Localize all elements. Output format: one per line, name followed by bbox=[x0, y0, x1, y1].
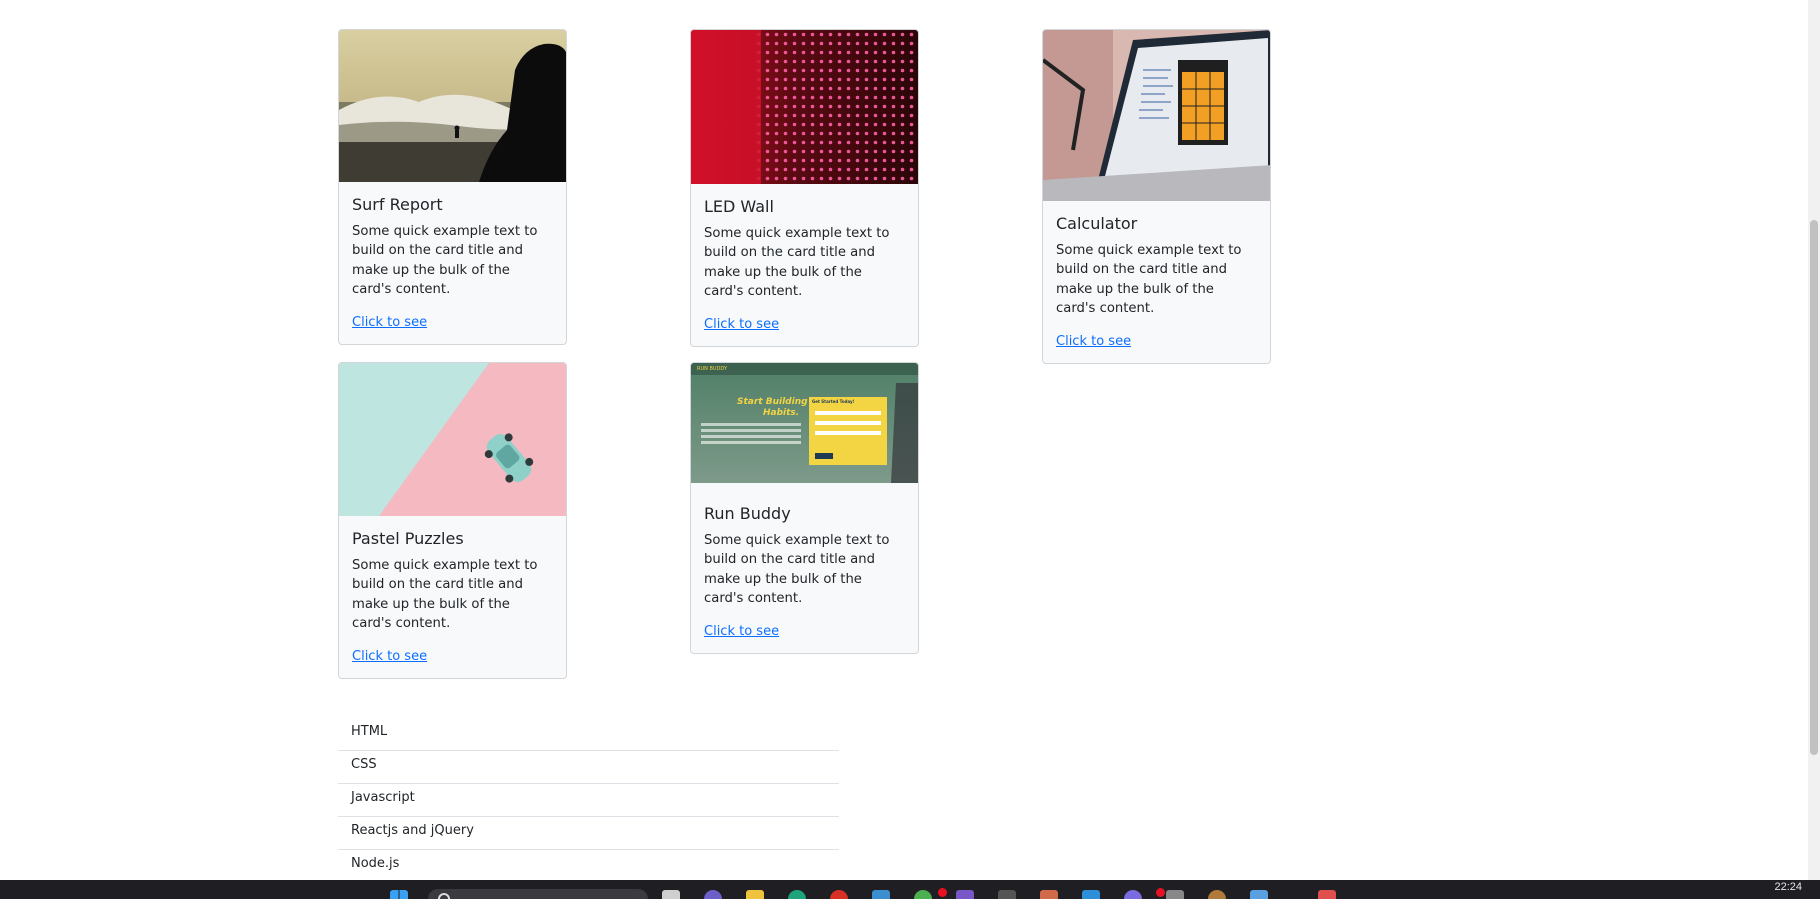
list-item: Node.js bbox=[351, 856, 400, 871]
card-title: Run Buddy bbox=[704, 504, 791, 523]
chrome-icon[interactable] bbox=[830, 890, 848, 899]
portfolio-page: Surf Report Some quick example text to b… bbox=[0, 0, 1808, 880]
run-buddy-form-title: Get Started Today! bbox=[812, 399, 855, 404]
run-buddy-headline-2: Habits. bbox=[763, 408, 800, 418]
card-text: Some quick example text to build on the … bbox=[352, 558, 538, 631]
project-card-pastel-puzzles: Pastel Puzzles Some quick example text t… bbox=[338, 362, 567, 680]
card-title: Surf Report bbox=[352, 195, 443, 214]
tool-icon[interactable] bbox=[1040, 890, 1058, 899]
card-text: Some quick example text to build on the … bbox=[704, 226, 890, 299]
edge-icon[interactable] bbox=[788, 890, 806, 899]
run-buddy-headline-1: Start Building bbox=[737, 397, 808, 407]
card-text: Some quick example text to build on the … bbox=[704, 533, 890, 606]
clock[interactable]: 22:24 bbox=[1774, 881, 1802, 893]
card-text: Some quick example text to build on the … bbox=[352, 224, 538, 297]
card-text: Some quick example text to build on the … bbox=[1056, 243, 1242, 316]
skills-list: HTML CSS Javascript Reactjs and jQuery N… bbox=[338, 718, 839, 880]
run-buddy-image: RUN BUDDY Start Building Habits. Get Sta… bbox=[691, 363, 918, 491]
list-item: CSS bbox=[338, 751, 839, 784]
windows-start-icon[interactable] bbox=[390, 890, 408, 899]
search-icon bbox=[438, 893, 450, 899]
click-to-see-link[interactable]: Click to see bbox=[704, 624, 779, 639]
surf-report-image bbox=[339, 30, 566, 182]
click-to-see-link[interactable]: Click to see bbox=[704, 317, 779, 332]
browser-icon[interactable] bbox=[704, 890, 722, 899]
chat-icon[interactable] bbox=[1124, 890, 1142, 899]
project-card-calculator: Calculator Some quick example text to bu… bbox=[1042, 29, 1271, 365]
project-card-run-buddy: RUN BUDDY Start Building Habits. Get Sta… bbox=[690, 362, 919, 655]
file-explorer-icon[interactable] bbox=[662, 890, 680, 899]
pastel-puzzles-image bbox=[339, 363, 566, 516]
calculator-image bbox=[1043, 30, 1270, 201]
search-bar[interactable] bbox=[428, 889, 648, 899]
list-item: Javascript bbox=[338, 784, 839, 817]
run-buddy-brand: RUN BUDDY bbox=[697, 366, 728, 372]
visual-studio-icon[interactable] bbox=[956, 890, 974, 899]
click-to-see-link[interactable]: Click to see bbox=[352, 649, 427, 664]
list-item: HTML bbox=[338, 718, 839, 751]
list-item: Reactjs and jQuery bbox=[338, 817, 839, 850]
click-to-see-link[interactable]: Click to see bbox=[1056, 334, 1131, 349]
calendar-icon[interactable] bbox=[1250, 890, 1268, 899]
folder-icon[interactable] bbox=[746, 890, 764, 899]
media-icon[interactable] bbox=[1208, 890, 1226, 899]
active-app-icon[interactable] bbox=[1318, 890, 1336, 899]
project-card-led-wall: LED Wall Some quick example text to buil… bbox=[690, 29, 919, 348]
card-title: Calculator bbox=[1056, 214, 1138, 233]
notification-badge-icon bbox=[938, 888, 947, 897]
teams-icon[interactable] bbox=[914, 890, 932, 899]
led-wall-image bbox=[691, 30, 918, 184]
taskbar: 22:24 bbox=[0, 880, 1820, 899]
app-icon[interactable] bbox=[998, 890, 1016, 899]
notification-badge-icon bbox=[1156, 888, 1165, 897]
project-card-surf-report: Surf Report Some quick example text to b… bbox=[338, 29, 567, 346]
click-to-see-link[interactable]: Click to see bbox=[352, 315, 427, 330]
card-title: Pastel Puzzles bbox=[352, 529, 464, 548]
terminal-icon[interactable] bbox=[1166, 890, 1184, 899]
store-icon[interactable] bbox=[872, 890, 890, 899]
vertical-scrollbar[interactable] bbox=[1808, 0, 1820, 880]
scrollbar-thumb[interactable] bbox=[1810, 220, 1818, 755]
vscode-icon[interactable] bbox=[1082, 890, 1100, 899]
card-title: LED Wall bbox=[704, 197, 774, 216]
